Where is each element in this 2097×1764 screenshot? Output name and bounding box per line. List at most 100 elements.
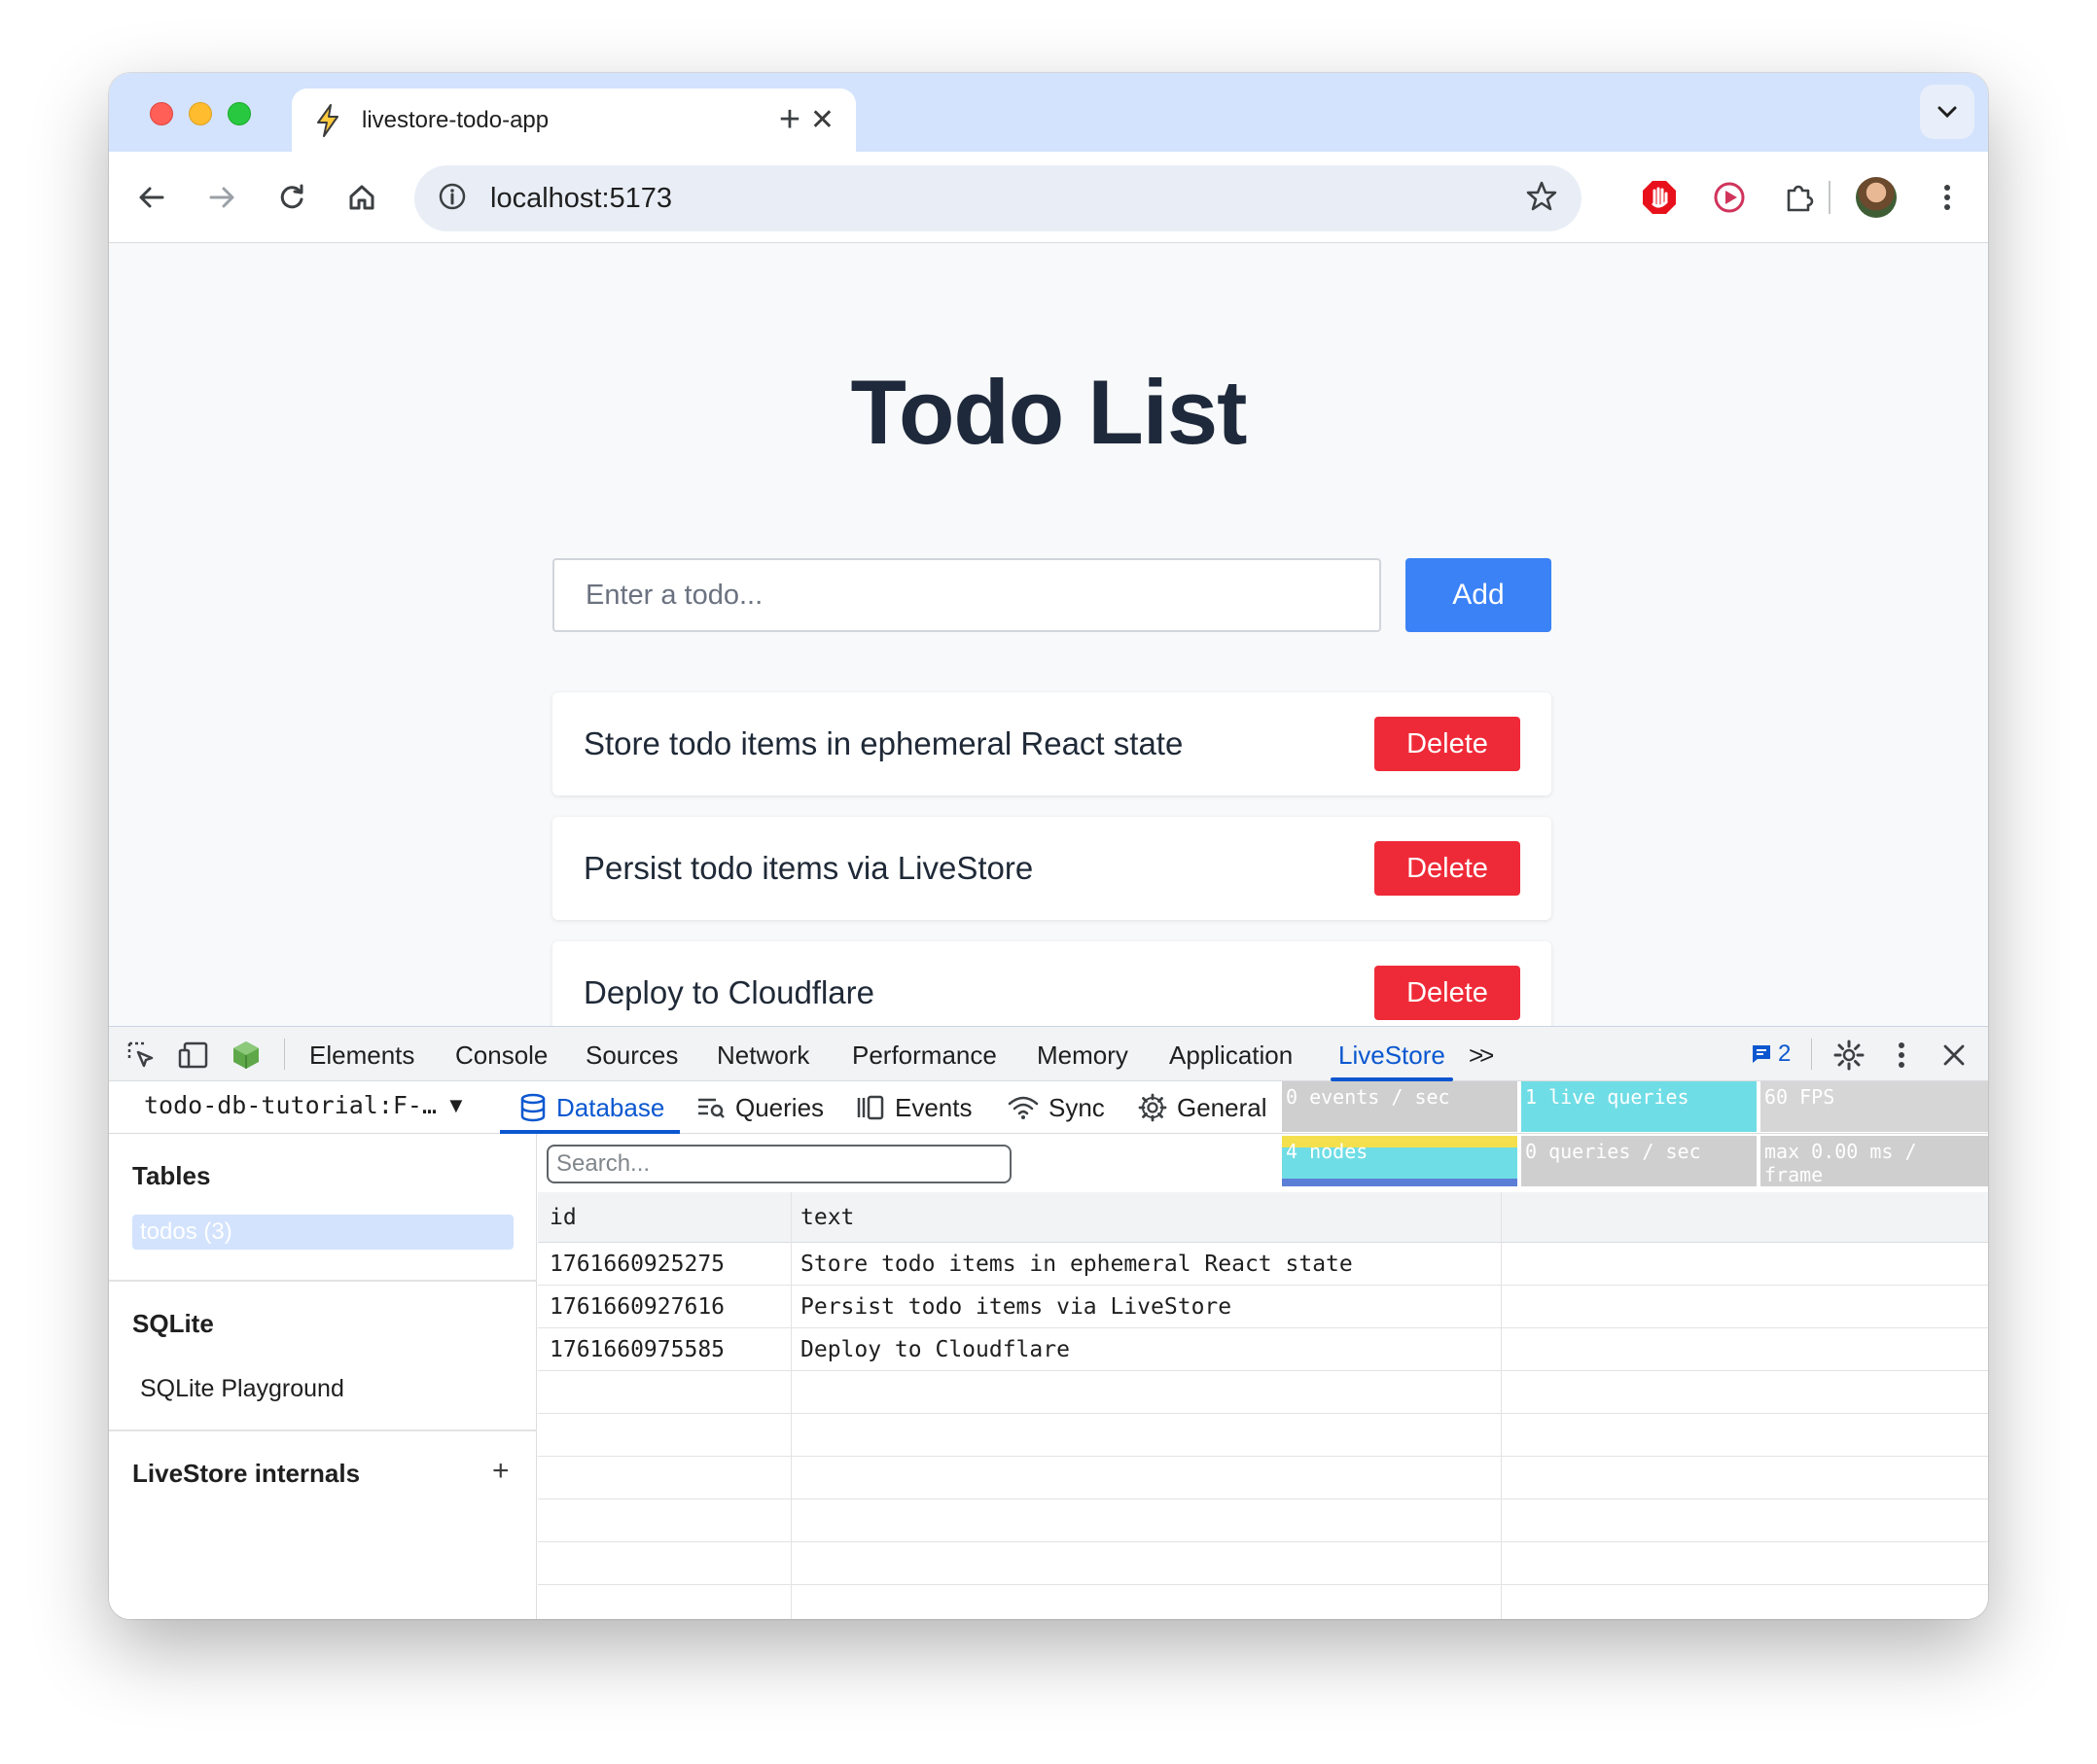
devtools-tab-bar: Elements Console Sources Network Perform… xyxy=(109,1027,1988,1081)
device-toolbar-icon[interactable] xyxy=(177,1039,210,1072)
query-icon xyxy=(698,1098,725,1118)
events-icon xyxy=(857,1095,884,1120)
cell-text: Deploy to Cloudflare xyxy=(800,1337,1070,1362)
add-button[interactable]: Add xyxy=(1405,558,1551,632)
max-frame-stat: max 0.00 ms / frame xyxy=(1760,1136,1988,1186)
tab-memory[interactable]: Memory xyxy=(1037,1027,1128,1081)
table-header: id text xyxy=(538,1192,1988,1243)
column-divider xyxy=(791,1192,792,1619)
cell-text: Persist todo items via LiveStore xyxy=(800,1294,1232,1320)
tab-livestore[interactable]: LiveStore xyxy=(1331,1027,1453,1081)
devtools-more-icon[interactable] xyxy=(1885,1039,1918,1072)
browser-window: livestore-todo-app ✕ + localhost:5173 To… xyxy=(109,73,1988,1619)
tab-application[interactable]: Application xyxy=(1169,1027,1293,1081)
empty-row xyxy=(538,1585,1988,1619)
address-bar[interactable]: localhost:5173 xyxy=(414,165,1582,231)
empty-row xyxy=(538,1457,1988,1499)
browser-toolbar: localhost:5173 xyxy=(109,152,1988,243)
toolbar-divider xyxy=(1829,181,1830,214)
todo-text: Store todo items in ephemeral React stat… xyxy=(584,725,1184,761)
expand-plus-icon[interactable]: + xyxy=(492,1455,510,1488)
gear-icon xyxy=(1138,1093,1167,1122)
cell-id: 1761660975585 xyxy=(550,1337,726,1362)
column-header-text[interactable]: text xyxy=(789,1196,854,1239)
settings-gear-icon[interactable] xyxy=(1832,1039,1866,1072)
minimize-window-button[interactable] xyxy=(189,102,212,125)
sqlite-playground-link[interactable]: SQLite Playground xyxy=(140,1375,344,1403)
database-sidebar: Tables todos (3) SQLite SQLite Playgroun… xyxy=(109,1134,537,1619)
tables-heading: Tables xyxy=(132,1161,211,1190)
tab-console[interactable]: Console xyxy=(455,1027,548,1081)
extensions-icon[interactable] xyxy=(1776,174,1823,221)
delete-button[interactable]: Delete xyxy=(1374,717,1520,771)
subtab-events[interactable]: Events xyxy=(856,1081,973,1134)
wifi-icon xyxy=(1008,1096,1039,1119)
todo-input[interactable] xyxy=(552,558,1381,632)
table-row[interactable]: 1761660925275 Store todo items in epheme… xyxy=(538,1243,1988,1286)
close-window-button[interactable] xyxy=(150,102,173,125)
more-icon[interactable] xyxy=(1924,174,1971,221)
table-item-todos[interactable]: todos (3) xyxy=(132,1215,514,1250)
fps-stat: 60 FPS xyxy=(1760,1081,1988,1132)
message-icon xyxy=(1753,1045,1770,1063)
empty-row xyxy=(538,1499,1988,1542)
database-icon xyxy=(520,1093,546,1122)
adblock-icon[interactable] xyxy=(1636,174,1683,221)
bookmark-star-icon[interactable] xyxy=(1525,180,1558,218)
issues-badge[interactable]: 2 xyxy=(1751,1041,1791,1068)
live-queries-stat: 1 live queries xyxy=(1521,1081,1757,1132)
table-search-input[interactable] xyxy=(547,1145,1012,1183)
tab-performance[interactable]: Performance xyxy=(852,1027,997,1081)
livestore-internals-heading[interactable]: LiveStore internals xyxy=(132,1459,360,1489)
sqlite-heading: SQLite xyxy=(132,1309,214,1338)
tab-strip: livestore-todo-app ✕ + xyxy=(109,73,1988,152)
empty-row xyxy=(538,1371,1988,1414)
empty-row xyxy=(538,1414,1988,1457)
page-content: Todo List Add Store todo items in epheme… xyxy=(109,243,1988,1044)
events-per-sec-stat: 0 events / sec xyxy=(1282,1081,1517,1132)
inspect-element-icon[interactable] xyxy=(124,1039,158,1072)
empty-row xyxy=(538,1542,1988,1585)
chevron-down-icon xyxy=(1937,106,1957,119)
profile-avatar[interactable] xyxy=(1856,177,1897,218)
home-icon[interactable] xyxy=(338,174,385,221)
todo-item: Store todo items in ephemeral React stat… xyxy=(552,692,1551,795)
cell-id: 1761660925275 xyxy=(550,1252,726,1277)
caret-down-icon[interactable]: ▼ xyxy=(445,1093,467,1118)
cell-id: 1761660927616 xyxy=(550,1294,726,1320)
table-row[interactable]: 1761660927616 Persist todo items via Liv… xyxy=(538,1286,1988,1328)
nodes-stat: 4 nodes xyxy=(1282,1136,1517,1186)
new-tab-button[interactable]: + xyxy=(763,90,817,149)
todo-item: Persist todo items via LiveStore Delete xyxy=(552,817,1551,920)
tab-elements[interactable]: Elements xyxy=(309,1027,414,1081)
tab-network[interactable]: Network xyxy=(717,1027,809,1081)
site-info-icon[interactable] xyxy=(438,182,467,216)
performance-monitor: 0 events / sec 1 live queries 60 FPS 4 n… xyxy=(1282,1081,1988,1188)
livestore-cube-icon xyxy=(230,1039,263,1072)
delete-button[interactable]: Delete xyxy=(1374,841,1520,896)
subtab-sync[interactable]: Sync xyxy=(1008,1081,1105,1134)
tab-search-button[interactable] xyxy=(1920,85,1974,139)
close-devtools-icon[interactable] xyxy=(1937,1039,1971,1072)
more-tabs-icon[interactable]: >> xyxy=(1469,1027,1494,1081)
todo-text: Persist todo items via LiveStore xyxy=(584,850,1034,886)
url-text: localhost:5173 xyxy=(490,182,673,214)
delete-button[interactable]: Delete xyxy=(1374,966,1520,1020)
record-icon[interactable] xyxy=(1706,174,1753,221)
subtab-general[interactable]: General xyxy=(1138,1081,1267,1134)
reload-icon[interactable] xyxy=(268,174,315,221)
todo-list: Store todo items in ephemeral React stat… xyxy=(552,692,1551,1066)
back-icon[interactable] xyxy=(128,174,175,221)
column-header-id[interactable]: id xyxy=(538,1196,577,1239)
subtab-database[interactable]: Database xyxy=(499,1081,681,1134)
devtools-panel: Elements Console Sources Network Perform… xyxy=(109,1026,1988,1619)
cell-text: Store todo items in ephemeral React stat… xyxy=(800,1252,1353,1277)
table-row[interactable]: 1761660975585 Deploy to Cloudflare xyxy=(538,1328,1988,1371)
store-selector[interactable]: todo-db-tutorial:F-… xyxy=(144,1091,437,1119)
maximize-window-button[interactable] xyxy=(228,102,251,125)
page-title: Todo List xyxy=(850,361,1248,463)
tab-sources[interactable]: Sources xyxy=(586,1027,678,1081)
data-table: id text 1761660925275 Store todo items i… xyxy=(538,1192,1988,1619)
forward-icon[interactable] xyxy=(198,174,245,221)
subtab-queries[interactable]: Queries xyxy=(696,1081,824,1134)
